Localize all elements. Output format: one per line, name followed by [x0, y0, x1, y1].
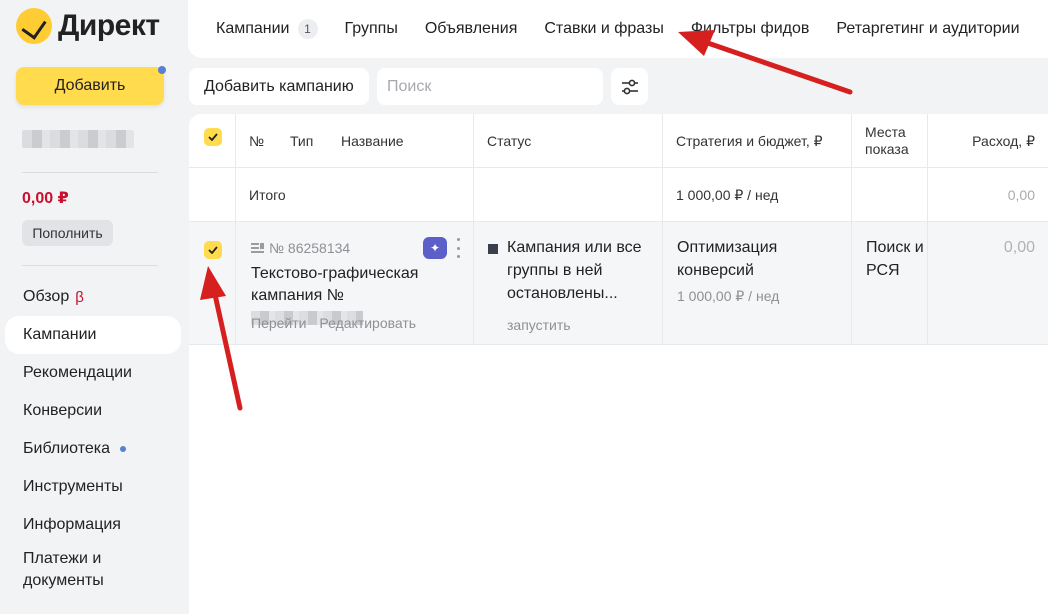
search-input[interactable]: [377, 68, 603, 105]
column-header-status[interactable]: Статус: [487, 133, 531, 149]
edit-campaign-link[interactable]: Редактировать: [319, 315, 416, 331]
sidebar-item-campaigns[interactable]: Кампании: [5, 316, 181, 354]
tab-label: Кампании: [216, 20, 290, 37]
yandex-logo-icon: [16, 8, 52, 44]
row-checkbox[interactable]: [204, 241, 222, 259]
go-to-campaign-link[interactable]: Перейти: [251, 315, 306, 331]
column-header-strategy[interactable]: Стратегия и бюджет, ₽: [676, 133, 823, 150]
balance-amount: 0,00 ₽: [22, 190, 69, 207]
notification-dot: [158, 66, 166, 74]
sidebar-item-label: Библиотека: [23, 440, 110, 457]
sidebar-nav: Обзор β Кампании Рекомендации Конверсии …: [0, 278, 188, 594]
sidebar-item-label: Информация: [23, 516, 121, 533]
total-label: Итого: [249, 187, 286, 203]
column-header-number[interactable]: №: [249, 133, 264, 149]
table-row[interactable]: № 86258134 ✦ Текстово-графическая кампан…: [189, 222, 1048, 345]
total-budget: 1 000,00 ₽ / нед: [676, 187, 779, 203]
campaign-number-text: № 86258134: [269, 240, 351, 256]
ai-sparkle-icon[interactable]: ✦: [423, 237, 447, 259]
sidebar-item-conversions[interactable]: Конверсии: [0, 392, 188, 430]
tab-label: Ретаргетинг и аудитории: [836, 20, 1020, 37]
check-icon: [208, 246, 218, 254]
sidebar-item-library[interactable]: Библиотека: [0, 430, 188, 468]
column-header-placement[interactable]: Места показа: [865, 124, 925, 158]
tab-campaigns[interactable]: Кампании 1: [216, 19, 318, 39]
new-indicator-dot: [120, 446, 126, 452]
column-header-name[interactable]: Название: [341, 133, 404, 149]
topup-button[interactable]: Пополнить: [22, 220, 113, 246]
sidebar-item-recommendations[interactable]: Рекомендации: [0, 354, 188, 392]
campaigns-table: № Тип Название Статус Стратегия и бюджет…: [189, 114, 1048, 614]
text-image-ad-icon: [251, 243, 264, 253]
tab-label: Фильтры фидов: [690, 20, 810, 37]
tab-label: Объявления: [424, 20, 518, 37]
table-total-row: Итого 1 000,00 ₽ / нед 0,00: [189, 168, 1048, 222]
sidebar-item-tools[interactable]: Инструменты: [0, 468, 188, 506]
campaign-strategy[interactable]: Оптимизация конверсий: [677, 236, 837, 282]
tab-retargeting[interactable]: Ретаргетинг и аудитории: [836, 20, 1019, 38]
sidebar-item-overview[interactable]: Обзор β: [0, 278, 188, 316]
campaign-spend: 0,00: [1003, 239, 1035, 256]
stopped-status-icon: [488, 244, 498, 254]
sidebar-item-label: Обзор: [23, 288, 70, 305]
sidebar-item-information[interactable]: Информация: [0, 506, 188, 544]
logo-text: Директ: [58, 9, 160, 42]
total-spend: 0,00: [1007, 187, 1035, 203]
sliders-icon: [621, 79, 638, 94]
campaign-number: № 86258134: [251, 240, 350, 256]
sidebar-item-label: Инструменты: [23, 478, 123, 495]
tab-label: Группы: [344, 20, 398, 37]
more-options-icon[interactable]: [455, 238, 461, 258]
sidebar-item-label: Конверсии: [23, 402, 103, 419]
tab-feed-filters[interactable]: Фильтры фидов: [691, 20, 810, 38]
tab-bids-phrases[interactable]: Ставки и фразы: [544, 20, 663, 38]
account-name-redacted[interactable]: [22, 130, 134, 148]
campaign-budget: 1 000,00 ₽ / нед: [677, 288, 780, 304]
start-campaign-link[interactable]: запустить: [507, 317, 571, 333]
select-all-checkbox[interactable]: [204, 128, 222, 146]
add-button[interactable]: Добавить: [16, 67, 164, 105]
sidebar-item-label: Рекомендации: [23, 364, 132, 381]
check-icon: [208, 133, 218, 141]
tab-groups[interactable]: Группы: [345, 20, 398, 38]
sidebar: Директ Добавить 0,00 ₽ Пополнить Обзор β…: [0, 0, 188, 614]
table-header-row: № Тип Название Статус Стратегия и бюджет…: [189, 114, 1048, 168]
divider: [22, 265, 158, 266]
divider: [22, 172, 158, 173]
tab-ads[interactable]: Объявления: [425, 20, 518, 38]
logo[interactable]: Директ: [16, 8, 160, 44]
filter-settings-button[interactable]: [611, 68, 648, 105]
sidebar-item-label: Платежи и документы: [23, 550, 104, 589]
campaign-status: Кампания или все группы в ней остановлен…: [507, 239, 642, 302]
tab-count-badge: 1: [297, 19, 318, 39]
column-header-spend[interactable]: Расход, ₽: [972, 133, 1035, 150]
sidebar-item-label: Кампании: [23, 326, 97, 343]
sidebar-item-payments[interactable]: Платежи и документы: [0, 544, 188, 594]
top-tabs: Кампании 1 Группы Объявления Ставки и фр…: [188, 0, 1048, 58]
campaign-name-text: Текстово-графическая кампания №: [251, 265, 419, 304]
column-header-type[interactable]: Тип: [290, 133, 313, 149]
campaign-placement: Поиск и РСЯ: [866, 239, 924, 279]
add-campaign-button[interactable]: Добавить кампанию: [189, 68, 369, 105]
tab-label: Ставки и фразы: [544, 20, 664, 37]
beta-badge: β: [75, 288, 84, 306]
